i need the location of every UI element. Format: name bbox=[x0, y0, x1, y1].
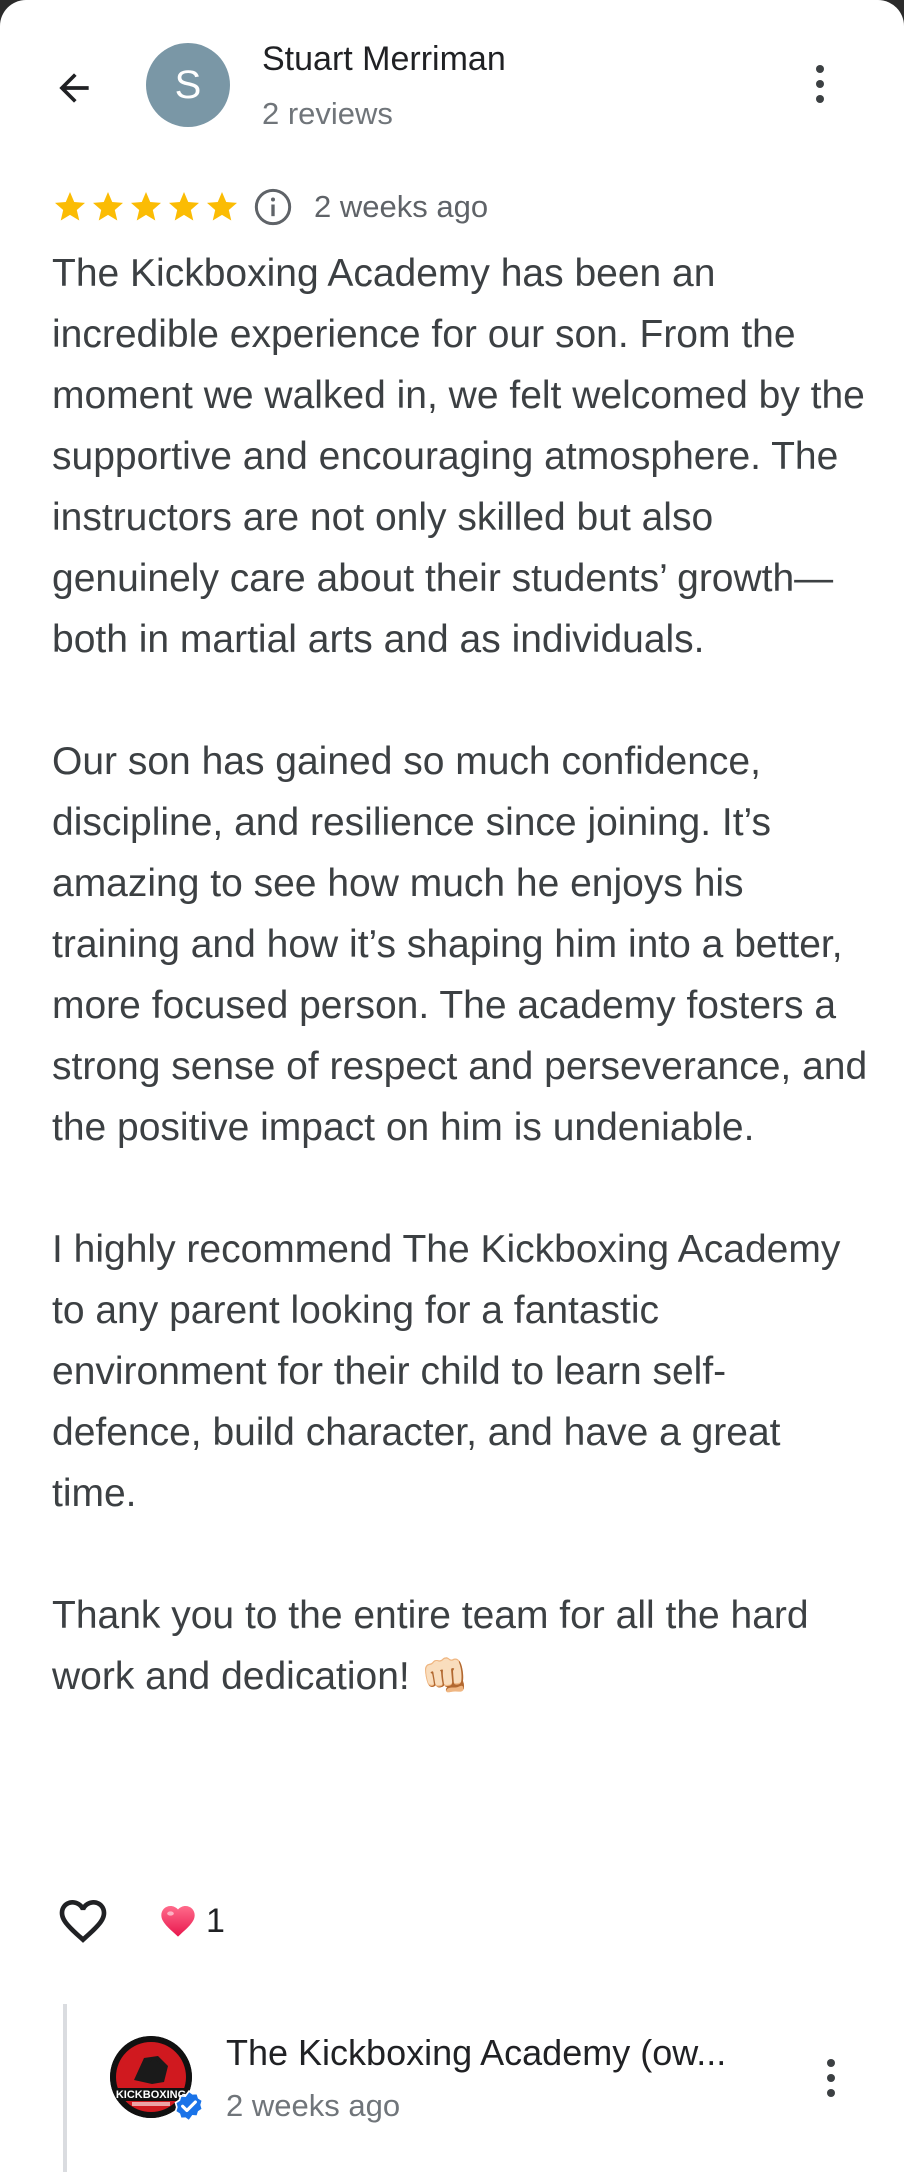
review-detail-sheet: S Stuart Merriman 2 reviews 2 weeks ago … bbox=[0, 0, 904, 2172]
owner-reply-more-options-button[interactable] bbox=[811, 2048, 851, 2108]
back-button[interactable] bbox=[46, 60, 102, 116]
review-more-options-button[interactable] bbox=[800, 54, 840, 114]
reviewer-avatar[interactable]: S bbox=[146, 43, 230, 127]
verified-badge-icon bbox=[174, 2089, 204, 2123]
review-text: The Kickboxing Academy has been an incre… bbox=[52, 243, 872, 1768]
review-paragraph: The Kickboxing Academy has been an incre… bbox=[52, 252, 865, 661]
reviewer-review-count: 2 reviews bbox=[262, 96, 393, 131]
reviewer-name[interactable]: Stuart Merriman bbox=[262, 40, 506, 79]
owner-reply-name[interactable]: The Kickboxing Academy (ow... bbox=[226, 2032, 786, 2074]
more-vert-icon bbox=[827, 2059, 835, 2067]
owner-reply-divider bbox=[63, 2004, 67, 2172]
like-button[interactable] bbox=[52, 1890, 114, 1952]
star-icon bbox=[93, 192, 123, 221]
reaction-count: 1 bbox=[206, 1901, 225, 1940]
review-paragraph: Thank you to the entire team for all the… bbox=[52, 1594, 809, 1698]
review-paragraph: Our son has gained so much confidence, d… bbox=[52, 740, 868, 1149]
more-vert-icon bbox=[816, 65, 824, 73]
star-rating bbox=[52, 189, 240, 225]
arrow-left-icon bbox=[59, 73, 89, 103]
review-paragraph: I highly recommend The Kickboxing Academ… bbox=[52, 1228, 841, 1515]
heart-emoji-icon bbox=[161, 1906, 195, 1937]
heart-outline-icon bbox=[59, 1900, 107, 1943]
reaction-summary[interactable]: 1 bbox=[158, 1896, 225, 1946]
star-icon bbox=[131, 192, 161, 221]
reviewer-initial: S bbox=[174, 62, 202, 107]
rating-info-button[interactable] bbox=[252, 186, 294, 228]
star-icon bbox=[169, 192, 199, 221]
star-icon bbox=[55, 192, 85, 221]
rating-row: 2 weeks ago bbox=[52, 184, 488, 230]
owner-reply-date: 2 weeks ago bbox=[226, 2088, 401, 2123]
review-date: 2 weeks ago bbox=[314, 189, 489, 224]
info-icon bbox=[254, 188, 292, 226]
star-icon bbox=[207, 192, 237, 221]
